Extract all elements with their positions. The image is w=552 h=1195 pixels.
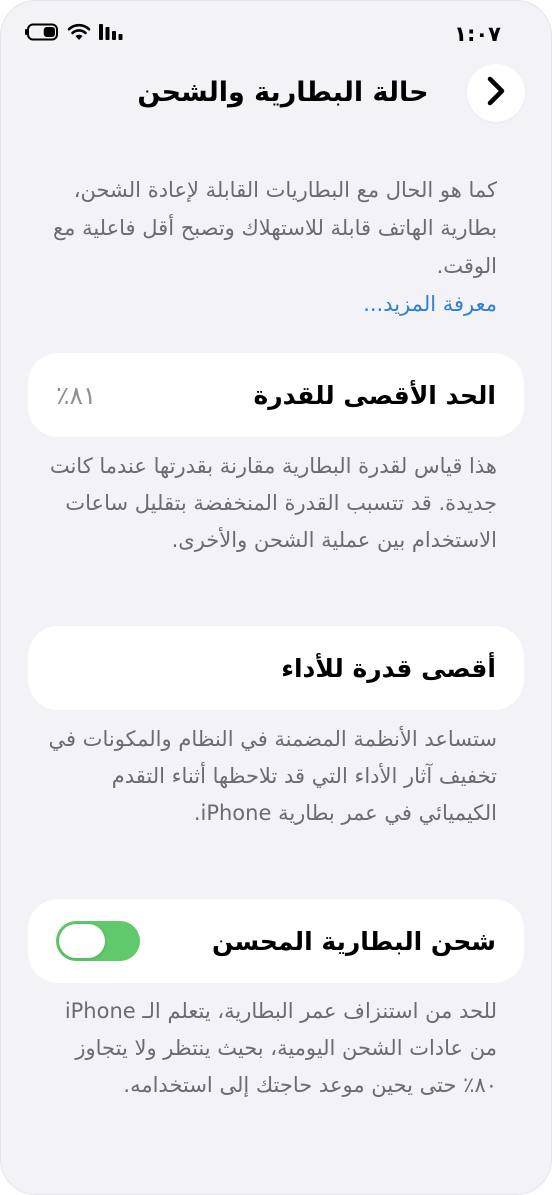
max-capacity-row: الحد الأقصى للقدرة ٨١٪: [28, 353, 524, 437]
peak-performance-row: أقصى قدرة للأداء: [28, 626, 524, 710]
max-capacity-title: الحد الأقصى للقدرة: [253, 380, 496, 410]
phone-screen: ١:٠٧ حالة البطارية والشحن كما هو الحال م…: [0, 0, 552, 1195]
wifi-icon: [67, 23, 91, 45]
max-capacity-value: ٨١٪: [56, 380, 97, 410]
status-bar: ١:٠٧: [25, 19, 501, 49]
battery-icon: [25, 23, 59, 45]
status-time: ١:٠٧: [454, 22, 501, 46]
optimized-charging-toggle[interactable]: [56, 921, 140, 961]
status-icons: [25, 23, 125, 45]
optimized-charging-row: شحن البطارية المحسن: [28, 899, 524, 983]
intro-section: كما هو الحال مع البطاريات القابلة لإعادة…: [41, 171, 497, 323]
intro-text: كما هو الحال مع البطاريات القابلة لإعادة…: [52, 178, 497, 278]
chevron-icon: [485, 76, 507, 110]
peak-performance-note: ستساعد الأنظمة المضمنة في النظام والمكون…: [48, 727, 497, 825]
optimized-charging-title: شحن البطارية المحسن: [211, 926, 496, 956]
cellular-signal-icon: [99, 23, 125, 45]
navigation-bar: حالة البطارية والشحن: [1, 63, 551, 125]
toggle-knob[interactable]: [59, 924, 105, 958]
peak-performance-title: أقصى قدرة للأداء: [281, 653, 496, 683]
max-capacity-note: هذا قياس لقدرة البطارية مقارنة بقدرتها ع…: [49, 454, 497, 552]
back-button[interactable]: [467, 64, 525, 122]
learn-more-link[interactable]: معرفة المزيد...: [41, 285, 497, 323]
optimized-charging-note: للحد من استنزاف عمر البطارية، يتعلم الـ …: [64, 999, 497, 1097]
